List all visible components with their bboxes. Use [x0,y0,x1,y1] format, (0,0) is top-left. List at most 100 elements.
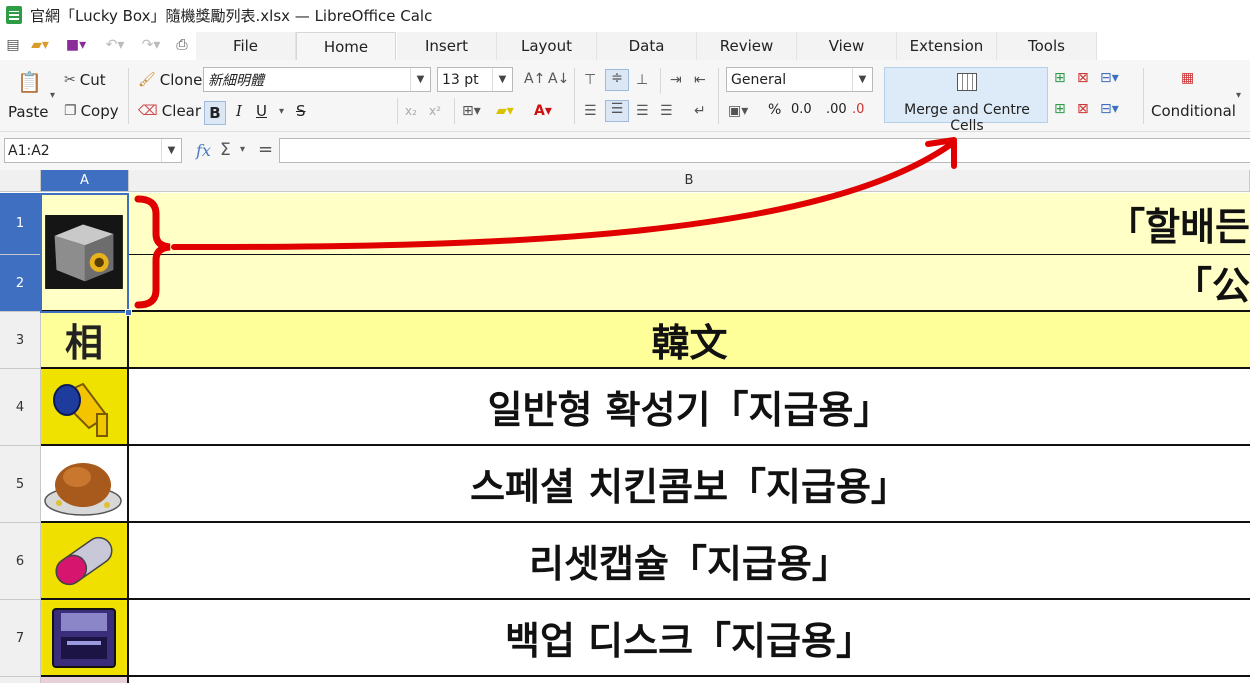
cell-a8[interactable] [41,677,129,683]
row-header-4[interactable]: 4 [0,369,41,446]
conditional-button[interactable]: Conditional [1151,102,1236,120]
select-all-corner[interactable] [0,170,41,192]
clone-label: Clone [159,71,203,89]
clone-button[interactable]: 🖌 Clone [138,71,202,89]
column-header-b[interactable]: B [129,170,1250,192]
increase-indent-icon[interactable]: ⇥ [670,72,682,88]
cell-b7[interactable]: 백업 디스크「지급용」 [129,600,1250,677]
underline-dropdown-icon[interactable]: ▾ [279,106,284,117]
cell-a4[interactable] [41,369,129,446]
conditional-format-icon[interactable]: ▦ [1181,70,1194,86]
number-format-box[interactable]: General ▼ [726,67,873,92]
formula-input[interactable] [279,138,1250,163]
tab-home[interactable]: Home [296,32,396,60]
justify-icon[interactable]: ☰ [660,103,673,119]
tab-tools[interactable]: Tools [997,32,1097,60]
cell-a6[interactable] [41,523,129,600]
percent-button[interactable]: % [768,102,781,118]
strikethrough-button[interactable]: S [296,102,306,120]
cell-b3[interactable]: 韓文 [129,312,1250,369]
shrink-font-icon[interactable]: A↓ [548,71,569,87]
delete-columns-icon[interactable]: ⊠ [1077,101,1089,117]
formula-equals-icon[interactable]: = [258,139,273,160]
align-right-icon[interactable]: ☰ [636,103,649,119]
column-header-a[interactable]: A [41,170,129,192]
paste-button[interactable]: Paste [8,103,49,121]
remove-decimal-button[interactable]: .0 [852,102,864,117]
delete-rows-icon[interactable]: ⊠ [1077,70,1089,86]
cell-a7[interactable] [41,600,129,677]
name-box-dropdown-icon[interactable]: ▼ [161,139,181,162]
open-folder-icon[interactable]: ▰▾ [26,35,54,55]
row-height-icon[interactable]: ⊟▾ [1100,70,1119,86]
insert-rows-icon[interactable]: ⊞ [1054,70,1066,86]
grow-font-icon[interactable]: A↑ [524,71,545,87]
underline-button[interactable]: U [256,102,267,120]
conditional-dropdown-icon[interactable]: ▾ [1236,90,1241,101]
gray-box-icon [45,214,123,289]
name-box[interactable]: A1:A2 ▼ [4,138,182,163]
font-name-dropdown-icon[interactable]: ▼ [410,68,430,91]
font-size-box[interactable]: 13 pt ▼ [437,67,513,92]
decrease-indent-icon[interactable]: ⇤ [694,72,706,88]
align-top-icon[interactable]: ⊤ [584,72,596,88]
superscript-icon[interactable]: x² [429,104,441,118]
row-header-8[interactable] [0,677,41,683]
row-header-5[interactable]: 5 [0,446,41,523]
font-name-box[interactable]: 新細明體 ▼ [203,67,431,92]
highlight-color-icon[interactable]: ▰▾ [496,103,514,119]
align-left-icon[interactable]: ☰ [584,103,597,119]
insert-columns-icon[interactable]: ⊞ [1054,101,1066,117]
italic-button[interactable]: I [236,102,242,120]
tab-review[interactable]: Review [697,32,797,60]
number-format-decimal-button[interactable]: 0.0 [791,102,812,117]
font-size-dropdown-icon[interactable]: ▼ [492,68,512,91]
column-width-icon[interactable]: ⊟▾ [1100,101,1119,117]
borders-icon[interactable]: ⊞▾ [462,103,481,119]
cell-b6[interactable]: 리셋캡슐「지급용」 [129,523,1250,600]
cell-b2[interactable]: 「公 [129,255,1250,312]
tab-view[interactable]: View [797,32,897,60]
font-color-icon[interactable]: A▾ [534,103,552,119]
clear-button[interactable]: ⌫ Clear [138,102,201,120]
cell-b1[interactable]: 「할배든 [129,193,1250,255]
sum-icon[interactable]: Σ [220,140,231,160]
copy-button[interactable]: ❐ Copy [64,102,119,120]
row-header-6[interactable]: 6 [0,523,41,600]
autofill-handle[interactable] [125,309,132,316]
paste-dropdown-icon[interactable]: ▾ [50,90,55,101]
redo-icon[interactable]: ↷▾ [136,35,166,55]
cell-a1[interactable] [41,193,129,312]
save-icon[interactable]: ■▾ [62,35,90,55]
new-document-icon[interactable]: ▤ [4,35,22,55]
add-decimal-button[interactable]: .00 [826,102,847,117]
cell-b4[interactable]: 일반형 확성기「지급용」 [129,369,1250,446]
tab-extension[interactable]: Extension [897,32,997,60]
function-wizard-icon[interactable]: fx [196,141,211,160]
number-format-dropdown-icon[interactable]: ▼ [852,68,872,91]
row-header-1[interactable]: 1 [0,193,41,255]
sum-dropdown-icon[interactable]: ▾ [240,144,245,155]
undo-icon[interactable]: ↶▾ [100,35,130,55]
cell-b5[interactable]: 스페셜 치킨콤보「지급용」 [129,446,1250,523]
row-header-7[interactable]: 7 [0,600,41,677]
cell-a5[interactable] [41,446,129,523]
currency-icon[interactable]: ▣▾ [728,103,748,119]
tab-data[interactable]: Data [597,32,697,60]
merge-and-centre-button[interactable]: Merge and Centre Cells [884,67,1048,134]
tab-file[interactable]: File [196,32,296,60]
subscript-icon[interactable]: x₂ [405,104,417,118]
paste-icon[interactable]: 📋 [17,70,42,94]
tab-layout[interactable]: Layout [497,32,597,60]
cut-button[interactable]: ✂ Cut [64,71,106,89]
align-bottom-icon[interactable]: ⊥ [636,72,648,88]
align-center-icon[interactable]: ☰ [605,100,629,122]
print-icon[interactable]: ⎙ [172,35,192,55]
cell-a3[interactable]: 相 [41,312,129,369]
row-header-2[interactable]: 2 [0,255,41,312]
row-header-3[interactable]: 3 [0,312,41,369]
align-middle-icon[interactable]: ≑ [605,69,629,91]
bold-button[interactable]: B [204,101,226,125]
tab-insert[interactable]: Insert [397,32,497,60]
wrap-text-icon[interactable]: ↵ [694,103,706,119]
